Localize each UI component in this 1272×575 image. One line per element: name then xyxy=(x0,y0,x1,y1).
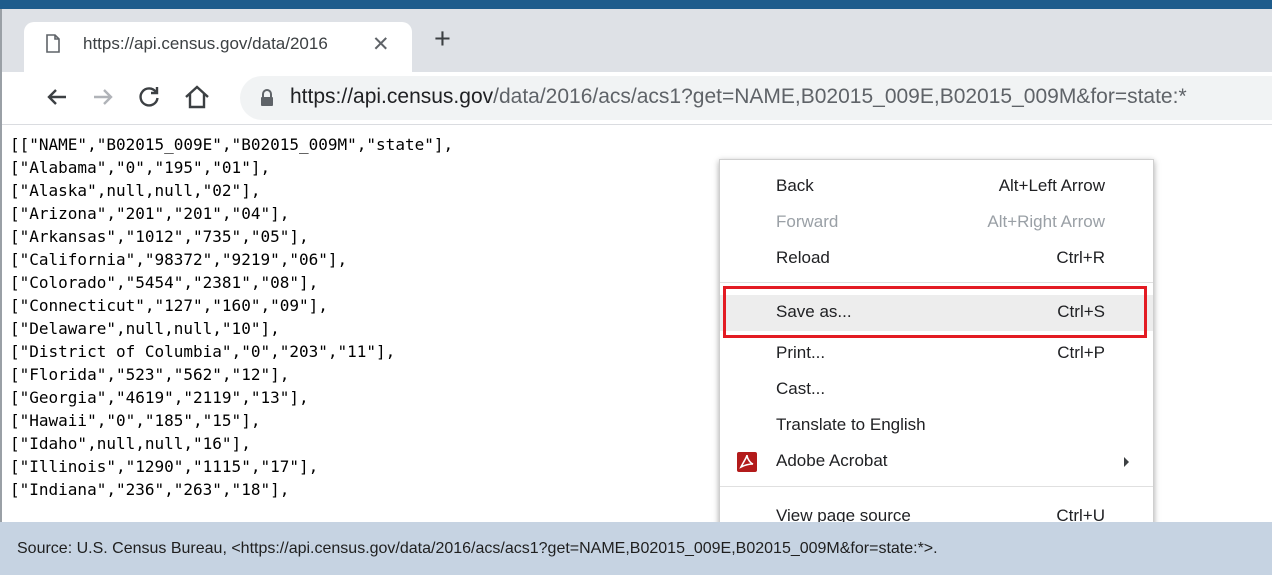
forward-button[interactable] xyxy=(88,82,118,112)
menu-item-label: Forward xyxy=(776,212,839,231)
json-line: ["Alaska",null,null,"02"], xyxy=(10,181,261,200)
reload-button[interactable] xyxy=(134,82,164,112)
new-tab-button[interactable]: + xyxy=(434,25,451,54)
menu-item-reload[interactable]: Reload Ctrl+R xyxy=(720,241,1153,277)
menu-item-label: Reload xyxy=(776,248,830,267)
tab-title: https://api.census.gov/data/2016 xyxy=(83,34,328,53)
source-caption-bar: Source: U.S. Census Bureau, <https://api… xyxy=(0,522,1272,575)
json-line: ["Connecticut","127","160","09"], xyxy=(10,296,328,315)
menu-item-shortcut: Alt+Left Arrow xyxy=(998,176,1105,195)
menu-item-cast[interactable]: Cast... xyxy=(720,372,1153,408)
json-line: ["Florida","523","562","12"], xyxy=(10,365,290,384)
json-line: ["Hawaii","0","185","15"], xyxy=(10,411,261,430)
json-line: ["Idaho",null,null,"16"], xyxy=(10,434,251,453)
lock-icon xyxy=(261,89,273,106)
tab-strip: https://api.census.gov/data/2016 ✕ + xyxy=(2,9,1272,72)
url-path: /data/2016/acs/acs1?get=NAME,B02015_009E… xyxy=(493,85,1187,108)
submenu-arrow-icon xyxy=(1124,457,1129,467)
menu-separator xyxy=(720,486,1153,487)
reload-icon xyxy=(139,87,159,107)
context-menu: Back Alt+Left Arrow Forward Alt+Right Ar… xyxy=(719,159,1154,536)
json-line: ["California","98372","9219","06"], xyxy=(10,250,348,269)
menu-item-label: Back xyxy=(776,176,814,195)
menu-item-shortcut: Ctrl+P xyxy=(1057,343,1105,362)
browser-toolbar: https://api.census.gov/data/2016/acs/acs… xyxy=(2,72,1272,125)
json-line: ["Georgia","4619","2119","13"], xyxy=(10,388,309,407)
menu-item-translate[interactable]: Translate to English xyxy=(720,408,1153,444)
back-button[interactable] xyxy=(42,82,72,112)
address-url: https://api.census.gov/data/2016/acs/acs… xyxy=(290,85,1187,109)
menu-item-shortcut: Ctrl+R xyxy=(1056,248,1105,267)
menu-item-label: Print... xyxy=(776,343,826,362)
menu-item-shortcut: Alt+Right Arrow xyxy=(987,212,1105,231)
window-top-accent-bar xyxy=(0,0,1272,9)
adobe-acrobat-icon xyxy=(737,452,757,472)
menu-item-forward[interactable]: Forward Alt+Right Arrow xyxy=(720,205,1153,241)
json-line: ["District of Columbia","0","203","11"], xyxy=(10,342,396,361)
menu-separator xyxy=(720,282,1153,283)
home-button[interactable] xyxy=(182,82,212,112)
page-icon xyxy=(46,34,60,53)
json-line: ["Illinois","1290","1115","17"], xyxy=(10,457,319,476)
browser-tab[interactable]: https://api.census.gov/data/2016 ✕ xyxy=(24,22,412,72)
menu-item-print[interactable]: Print... Ctrl+P xyxy=(720,336,1153,372)
menu-item-adobe-acrobat[interactable]: Adobe Acrobat xyxy=(720,444,1153,480)
save-as-highlight-box xyxy=(723,286,1147,338)
source-caption: Source: U.S. Census Bureau, <https://api… xyxy=(17,540,938,557)
json-line: [["NAME","B02015_009E","B02015_009M","st… xyxy=(10,135,454,154)
json-line: ["Indiana","236","263","18"], xyxy=(10,480,290,499)
json-line: ["Arkansas","1012","735","05"], xyxy=(10,227,309,246)
menu-item-label: Translate to English xyxy=(776,415,926,434)
json-line: ["Colorado","5454","2381","08"], xyxy=(10,273,319,292)
address-bar[interactable]: https://api.census.gov/data/2016/acs/acs… xyxy=(240,76,1272,120)
menu-item-label: Cast... xyxy=(776,379,826,398)
url-host: https://api.census.gov xyxy=(290,85,494,108)
menu-item-back[interactable]: Back Alt+Left Arrow xyxy=(720,169,1153,205)
menu-item-label: Adobe Acrobat xyxy=(776,451,888,470)
close-icon[interactable]: ✕ xyxy=(372,32,390,57)
json-line: ["Delaware",null,null,"10"], xyxy=(10,319,280,338)
json-line: ["Arizona","201","201","04"], xyxy=(10,204,290,223)
json-line: ["Alabama","0","195","01"], xyxy=(10,158,271,177)
arrow-right-icon xyxy=(94,89,113,105)
arrow-left-icon xyxy=(47,89,66,105)
home-icon xyxy=(185,85,209,109)
